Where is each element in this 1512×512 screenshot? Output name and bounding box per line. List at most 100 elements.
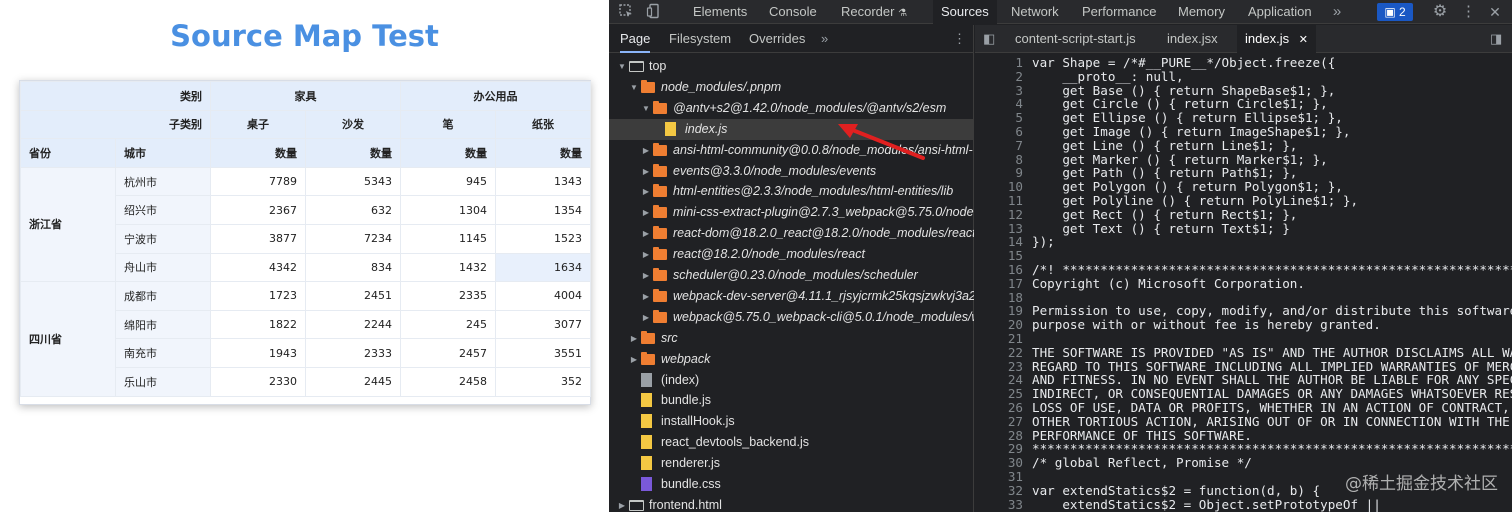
tree-item-webpack-cli[interactable]: ▶ webpack@5.75.0_webpack-cli@5.0.1/node_m…: [609, 307, 974, 328]
chevron-right-icon[interactable]: ▶: [641, 244, 651, 265]
tree-item-node-modules[interactable]: ▼ node_modules/.pnpm: [609, 77, 974, 98]
data-cell[interactable]: 1943: [210, 338, 306, 368]
data-cell[interactable]: 1354: [495, 195, 591, 225]
data-cell[interactable]: 352: [495, 366, 591, 397]
data-cell[interactable]: 3551: [495, 338, 591, 368]
col-header-paper[interactable]: 纸张: [495, 109, 591, 140]
data-cell[interactable]: 3077: [495, 309, 591, 340]
close-icon[interactable]: ✕: [1487, 3, 1503, 21]
line-number[interactable]: 31: [975, 470, 1023, 484]
tab-overrides[interactable]: Overrides: [749, 25, 805, 53]
row-header-city[interactable]: 乐山市: [115, 366, 211, 397]
line-number[interactable]: 21: [975, 332, 1023, 346]
tree-item-installhook-js[interactable]: installHook.js: [609, 411, 974, 432]
tab-console[interactable]: Console: [761, 0, 825, 24]
toggle-debugger-icon[interactable]: ◨: [1490, 25, 1508, 53]
row-header-city[interactable]: 绍兴市: [115, 195, 211, 225]
file-tab-content-script[interactable]: content-script-start.js: [1013, 25, 1138, 53]
row-header-city[interactable]: 成都市: [115, 281, 211, 311]
tree-item-react-dom[interactable]: ▶ react-dom@18.2.0_react@18.2.0/node_modu…: [609, 223, 974, 244]
toggle-navigator-icon[interactable]: ◧: [983, 25, 1001, 53]
data-cell[interactable]: 2367: [210, 195, 306, 225]
data-cell[interactable]: 1304: [400, 195, 496, 225]
data-cell[interactable]: 1723: [210, 281, 306, 311]
line-number[interactable]: 12: [975, 207, 1023, 222]
line-number[interactable]: 9: [975, 166, 1023, 180]
data-cell[interactable]: 5343: [305, 166, 401, 197]
row-header-city[interactable]: 杭州市: [115, 166, 211, 197]
chevron-right-icon[interactable]: ▶: [641, 202, 651, 223]
more-options-icon[interactable]: ⋮: [953, 25, 966, 53]
line-number[interactable]: 4: [975, 97, 1023, 111]
line-number[interactable]: 3: [975, 83, 1023, 98]
line-number[interactable]: 15: [975, 249, 1023, 263]
data-cell[interactable]: 2244: [305, 309, 401, 340]
chevron-right-icon[interactable]: ▶: [617, 495, 627, 512]
tab-memory[interactable]: Memory: [1170, 0, 1233, 24]
chevron-right-icon[interactable]: ▶: [641, 265, 651, 286]
data-cell[interactable]: 632: [305, 195, 401, 225]
tab-network[interactable]: Network: [1003, 0, 1067, 24]
more-options-icon[interactable]: ⋮: [1461, 3, 1476, 21]
line-number[interactable]: 19: [975, 304, 1023, 318]
data-cell[interactable]: 834: [305, 252, 401, 283]
data-cell[interactable]: 1822: [210, 309, 306, 340]
tree-item-html-entities[interactable]: ▶ html-entities@2.3.3/node_modules/html-e…: [609, 181, 974, 202]
data-cell[interactable]: 2457: [400, 338, 496, 368]
tree-item-bundle-css[interactable]: bundle.css: [609, 474, 974, 495]
line-number[interactable]: 20: [975, 318, 1023, 332]
data-cell[interactable]: 1432: [400, 252, 496, 283]
data-cell-hovered[interactable]: 1634: [495, 252, 591, 283]
line-number[interactable]: 11: [975, 194, 1023, 208]
chevron-right-icon[interactable]: ▶: [641, 161, 651, 182]
data-cell[interactable]: 7234: [305, 223, 401, 254]
col-header-sofa[interactable]: 沙发: [305, 109, 401, 140]
tree-item-src[interactable]: ▶ src: [609, 328, 974, 349]
line-number[interactable]: 7: [975, 138, 1023, 153]
col-header-furniture[interactable]: 家具: [210, 81, 401, 111]
tree-item-webpack[interactable]: ▶ webpack: [609, 349, 974, 370]
col-header-office[interactable]: 办公用品: [400, 81, 591, 111]
tree-item-mini-css[interactable]: ▶ mini-css-extract-plugin@2.7.3_webpack@5…: [609, 202, 974, 223]
line-number[interactable]: 10: [975, 180, 1023, 194]
tab-sources[interactable]: Sources: [933, 0, 997, 24]
chevron-right-icon[interactable]: ▶: [629, 349, 639, 370]
data-cell[interactable]: 2335: [400, 281, 496, 311]
line-number[interactable]: 26: [975, 401, 1023, 415]
data-cell[interactable]: 1523: [495, 223, 591, 254]
col-header-pen[interactable]: 笔: [400, 109, 496, 140]
line-number[interactable]: 1: [975, 56, 1023, 70]
tree-item-webpack-dev-server[interactable]: ▶ webpack-dev-server@4.11.1_rjsyjcrmk25kq…: [609, 286, 974, 307]
line-number[interactable]: 18: [975, 290, 1023, 305]
line-number[interactable]: 6: [975, 125, 1023, 139]
chevron-down-icon[interactable]: ▼: [617, 56, 627, 77]
data-cell[interactable]: 4004: [495, 281, 591, 311]
line-number[interactable]: 24: [975, 373, 1023, 387]
data-cell[interactable]: 2445: [305, 366, 401, 397]
chevron-down-icon[interactable]: ▼: [641, 98, 651, 119]
data-cell[interactable]: 2330: [210, 366, 306, 397]
chevron-right-icon[interactable]: ▶: [629, 328, 639, 349]
gear-icon[interactable]: ⚙: [1431, 3, 1449, 21]
issues-badge[interactable]: ▣ 2: [1377, 3, 1413, 21]
line-number[interactable]: 2: [975, 69, 1023, 84]
tree-item-scheduler[interactable]: ▶ scheduler@0.23.0/node_modules/scheduler: [609, 265, 974, 286]
chevron-right-icon[interactable]: ▶: [641, 286, 651, 307]
data-cell[interactable]: 2451: [305, 281, 401, 311]
line-number[interactable]: 16: [975, 263, 1023, 277]
row-header-city[interactable]: 舟山市: [115, 252, 211, 283]
data-cell[interactable]: 945: [400, 166, 496, 197]
data-cell[interactable]: 3877: [210, 223, 306, 254]
data-cell[interactable]: 1145: [400, 223, 496, 254]
line-number[interactable]: 8: [975, 152, 1023, 167]
data-cell[interactable]: 4342: [210, 252, 306, 283]
data-cell[interactable]: 2333: [305, 338, 401, 368]
row-header-province[interactable]: 四川省: [20, 281, 116, 397]
tree-item-events[interactable]: ▶ events@3.3.0/node_modules/events: [609, 161, 974, 182]
tab-performance[interactable]: Performance: [1074, 0, 1164, 24]
tree-item-index[interactable]: (index): [609, 370, 974, 391]
tree-item-top[interactable]: ▼ top: [609, 56, 974, 77]
file-tab-index-js[interactable]: index.js ✕: [1237, 25, 1316, 53]
code-editor[interactable]: 1 var Shape = /*#__PURE__*/Object.freeze(…: [975, 56, 1512, 512]
tree-item-antv-s2[interactable]: ▼ @antv+s2@1.42.0/node_modules/@antv/s2/e…: [609, 98, 974, 119]
